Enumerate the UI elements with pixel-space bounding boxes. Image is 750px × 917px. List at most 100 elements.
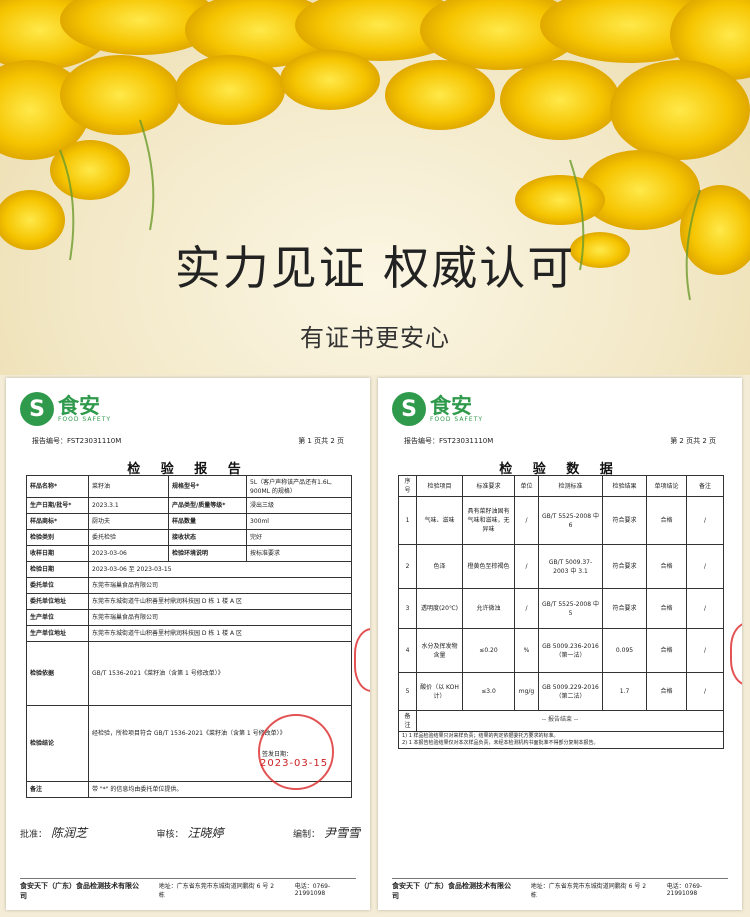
report-number: 报告编号：FST23031110M: [32, 437, 122, 445]
table-cell: GB/T 5525-2008 中 6: [538, 496, 603, 545]
note-1: 1) 1 样品检验结果只对来样负责；结果的判定依据委托方要求的标准。: [402, 733, 559, 739]
cell: 厨功夫: [88, 513, 169, 530]
table-cell: 符合要求: [602, 588, 647, 629]
table-cell: 2: [398, 544, 417, 589]
report-number: 报告编号：FST23031110M: [404, 437, 494, 445]
table-cell: 橙黄色至棕褐色: [462, 544, 515, 589]
table-cell: 允许微浊: [462, 588, 515, 629]
cell: 菜籽油: [88, 475, 169, 498]
table-cell: /: [686, 544, 724, 589]
cell: 规格型号*: [168, 475, 247, 498]
logo-en: FOOD SAFETY: [430, 415, 484, 423]
column-header: 检测标准: [538, 475, 603, 497]
table-row: 5 酸价（以 KOH 计） ≤3.0 mg/g GB 5009.229-2016（第二法…: [398, 672, 724, 711]
footer-tel: 电话：0769-21991098: [666, 883, 703, 897]
cell: 东莞市东城街道牛山积善里村鼎润科技园 D 栋 1 楼 A 区: [88, 625, 352, 642]
cell: 完好: [246, 529, 352, 546]
table-cell: GB/T 5525-2008 中 5: [538, 588, 603, 629]
cell: 委托单位: [26, 577, 89, 594]
cell: 2023-03-06: [88, 545, 169, 562]
footer-company: 食安天下（广东）食品检测技术有限公司: [392, 882, 511, 900]
stamp-date: 2023-03-15: [260, 758, 329, 769]
table-cell: %: [514, 628, 539, 673]
table-cell: GB 5009.229-2016（第二法）: [538, 672, 603, 711]
review-label: 审核：: [156, 830, 184, 840]
header-row: 序号 检验项目 标准要求 单位 检测标准 检验结果 单项结论 备注: [398, 475, 724, 497]
table-row: 4 水分及挥发物含量 ≤0.20% GB 5009.236-2016（第一法） 0.09…: [398, 628, 724, 673]
table-cell: 合格: [646, 496, 687, 545]
table-cell: 合格: [646, 588, 687, 629]
table-cell: 酸价（以 KOH 计）: [416, 672, 463, 711]
table-cell: 1: [398, 496, 417, 545]
cell: 委托单位地址: [26, 593, 89, 610]
table-cell: /: [686, 588, 724, 629]
column-header: 序号: [398, 475, 417, 497]
table-cell: /: [686, 496, 724, 545]
cell: 样品名称*: [26, 475, 89, 498]
table-cell: 透明度(20℃): [416, 588, 463, 629]
edge-seal-stamp: [730, 622, 742, 686]
cell: 按标准要求: [246, 545, 352, 562]
table-cell: GB/T 5009.37-2003 中 3.1: [538, 544, 603, 589]
cell: 检验结论: [26, 705, 89, 782]
edge-seal-stamp: [354, 628, 370, 692]
column-header: 备注: [686, 475, 724, 497]
cell: 浸出三级: [246, 497, 352, 514]
cell: 检验类别: [26, 529, 89, 546]
table-cell: 色泽: [416, 544, 463, 589]
table-cell: 合格: [646, 672, 687, 711]
footer: 食安天下（广东）食品检测技术有限公司 地址：广东省东莞市东城街道同鹏街 6 号 …: [392, 881, 732, 901]
test-data-table: 序号 检验项目 标准要求 单位 检测标准 检验结果 单项结论 备注 1 气味、滋味 具有菜籽油固有…: [398, 475, 724, 749]
approve-label: 批准：: [20, 830, 48, 840]
table-cell: 水分及挥发物含量: [416, 628, 463, 673]
hero-subtitle: 有证书更安心: [300, 324, 450, 352]
cell: 东莞市瑞巢食品有限公司: [88, 609, 352, 626]
cell: 委托检验: [88, 529, 169, 546]
footer-tel: 电话：0769-21991098: [294, 883, 331, 897]
column-header: 标准要求: [462, 475, 515, 497]
table-cell: /: [686, 672, 724, 711]
table-cell: 4: [398, 628, 417, 673]
food-safety-logo: S 食安 FOOD SAFETY: [392, 392, 483, 426]
column-header: 单项结论: [646, 475, 687, 497]
table-cell: GB 5009.236-2016（第一法）: [538, 628, 603, 673]
hero-banner: 实力见证 权威认可 有证书更安心: [0, 0, 750, 375]
cell: 东莞市瑞巢食品有限公司: [88, 577, 352, 594]
footer: 食安天下（广东）食品检测技术有限公司 地址：广东省东莞市东城街道同鹏街 6 号 …: [20, 881, 360, 901]
table-cell: 1.7: [602, 672, 647, 711]
logo-en: FOOD SAFETY: [58, 415, 112, 423]
column-header: 检验项目: [416, 475, 463, 497]
compile-signature: 尹雪雪: [323, 826, 360, 840]
cell: 收样日期: [26, 545, 89, 562]
table-cell: 合格: [646, 628, 687, 673]
table-cell: 合格: [646, 544, 687, 589]
table-cell: 符合要求: [602, 496, 647, 545]
logo-cn: 食安: [58, 393, 100, 418]
cell: 5L（客户声称该产品还有1.6L, 900ML 的规格）: [246, 475, 352, 498]
compile-label: 编制：: [292, 830, 320, 840]
approve-signature: 陈润芝: [51, 826, 88, 840]
table-cell: 具有菜籽油固有气味和滋味，无异味: [462, 496, 515, 545]
table-row: 2 色泽 橙黄色至棕褐色 / GB/T 5009.37-2003 中 3.1 符合要求 合格…: [398, 544, 724, 589]
page-number: 第 1 页共 2 页: [298, 437, 344, 445]
page-number: 第 2 页共 2 页: [670, 437, 716, 445]
table-cell: /: [514, 588, 539, 629]
footer-divider: [392, 878, 728, 879]
cell: 生产单位: [26, 609, 89, 626]
column-header: 单位: [514, 475, 539, 497]
cell: 生产日期/批号*: [26, 497, 89, 514]
review-signature: 汪晓婷: [187, 826, 224, 840]
footer-company: 食安天下（广东）食品检测技术有限公司: [20, 882, 139, 900]
cell: 样品数量: [168, 513, 247, 530]
footer-divider: [20, 878, 356, 879]
cell: 2023-03-06 至 2023-03-15: [88, 561, 352, 578]
table-cell: /: [686, 628, 724, 673]
cell: 样品商标*: [26, 513, 89, 530]
red-seal-stamp: [258, 714, 334, 790]
inspection-report-page-2: S 食安 FOOD SAFETY 报告编号：FST23031110M 第 2 页…: [378, 378, 742, 910]
table-row: 1 气味、滋味 具有菜籽油固有气味和滋味，无异味 / GB/T 5525-2008 中 …: [398, 496, 724, 545]
hero-title: 实力见证 权威认可: [174, 241, 576, 295]
report-end: -- 报告结束 --: [541, 716, 579, 723]
cell: 2023.3.1: [88, 497, 169, 514]
cell: 检验日期: [26, 561, 89, 578]
